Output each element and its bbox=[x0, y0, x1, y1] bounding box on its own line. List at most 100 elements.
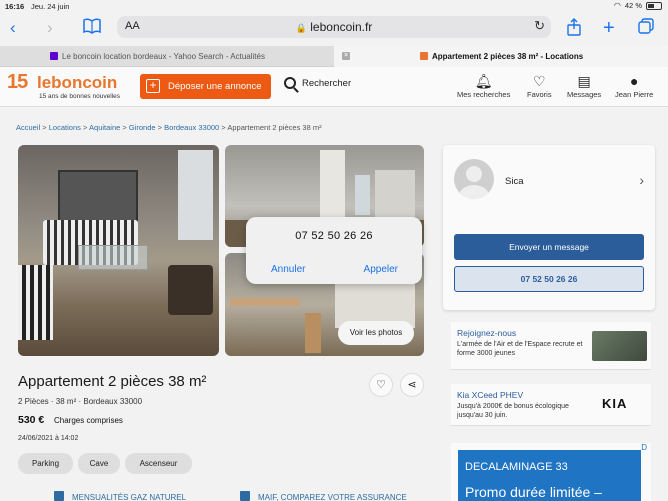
ad-image bbox=[592, 331, 647, 361]
listing-date: 24/06/2021 à 14:02 bbox=[18, 435, 79, 442]
yahoo-favicon-icon bbox=[50, 52, 58, 60]
photo-table bbox=[78, 245, 148, 270]
user-icon: ● bbox=[629, 73, 639, 89]
bell-icon: 🔔︎ bbox=[474, 73, 493, 89]
nav-favoris[interactable]: ♡ Favoris bbox=[527, 70, 552, 99]
leboncoin-favicon-icon bbox=[420, 52, 428, 60]
tabs-overview-icon[interactable] bbox=[638, 18, 654, 39]
nav-account[interactable]: ● Jean Pierre bbox=[615, 70, 653, 99]
photo-window bbox=[178, 150, 213, 240]
share-button[interactable]: ⋖ bbox=[400, 373, 424, 397]
seller-avatar[interactable] bbox=[454, 159, 494, 199]
cancel-call-button[interactable]: Annuler bbox=[271, 264, 305, 275]
nav-messages[interactable]: ▤ Messages bbox=[567, 70, 601, 99]
phone-number-button[interactable]: 07 52 50 26 26 bbox=[454, 266, 644, 292]
view-photos-button[interactable]: Voir les photos bbox=[338, 321, 414, 345]
heart-icon: ♡ bbox=[533, 73, 546, 89]
favorite-button[interactable]: ♡ bbox=[369, 373, 393, 397]
ad-body: Jusqu'à 2000€ de bonus écologique jusqu'… bbox=[457, 403, 569, 419]
breadcrumb-bordeaux[interactable]: Bordeaux 33000 bbox=[164, 123, 219, 132]
tab-leboncoin[interactable]: × Appartement 2 pièces 38 m² - Locations bbox=[334, 46, 668, 67]
chip-cave: Cave bbox=[78, 453, 120, 474]
ad-armee-air[interactable]: Rejoignez-nous L'armée de l'Air et de l'… bbox=[451, 322, 651, 370]
share-icon: ⋖ bbox=[407, 379, 417, 391]
nav-mes-recherches[interactable]: 🔔︎ Mes recherches bbox=[457, 70, 510, 99]
photo-stool bbox=[305, 313, 321, 353]
breadcrumb-gironde[interactable]: Gironde bbox=[129, 123, 156, 132]
breadcrumb-locations[interactable]: Locations bbox=[49, 123, 81, 132]
address-bar[interactable]: AA 🔒 leboncoin.fr ↻ bbox=[117, 16, 551, 38]
status-right: ◠ 42 % bbox=[614, 1, 662, 10]
ad-title: Kia XCeed PHEV bbox=[457, 390, 524, 400]
main-photo[interactable] bbox=[18, 145, 219, 356]
breadcrumb: Accueil > Locations > Aquitaine > Girond… bbox=[16, 123, 322, 132]
photo-window bbox=[355, 175, 370, 215]
kia-logo: KIA bbox=[602, 396, 628, 411]
status-date: Jeu. 24 juin bbox=[31, 2, 70, 11]
ad-decalaminage[interactable]: DECALAMINAGE 33 Promo durée limitée – D bbox=[451, 443, 651, 501]
nav-label: Messages bbox=[567, 90, 602, 99]
photo-poster bbox=[58, 170, 138, 225]
status-bar: 16:16 Jeu. 24 juin ◠ 42 % bbox=[0, 0, 668, 12]
breadcrumb-aquitaine[interactable]: Aquitaine bbox=[89, 123, 120, 132]
ad-choices-icon[interactable]: D bbox=[641, 443, 647, 452]
chip-ascenseur: Ascenseur bbox=[125, 453, 192, 474]
logo-anniversary: 15 bbox=[7, 71, 28, 93]
reload-icon[interactable]: ↻ bbox=[534, 18, 545, 34]
send-message-button[interactable]: Envoyer un message bbox=[454, 234, 644, 260]
breadcrumb-accueil[interactable]: Accueil bbox=[16, 123, 40, 132]
close-tab-icon[interactable]: × bbox=[342, 52, 350, 60]
link-gaz-naturel[interactable]: MENSUALITÉS GAZ NATUREL bbox=[54, 491, 186, 501]
leboncoin-logo[interactable]: 15 leboncoin 15 ans de bonnes nouvelles bbox=[7, 71, 127, 103]
heart-icon: ♡ bbox=[376, 379, 386, 391]
photo-kitchen bbox=[320, 150, 345, 220]
listing-subline: 2 Pièces · 38 m² · Bordeaux 33000 bbox=[18, 397, 143, 406]
deposit-label: Déposer une annonce bbox=[168, 81, 262, 92]
breadcrumb-sep: > bbox=[221, 123, 226, 132]
message-icon: ▤ bbox=[577, 73, 591, 89]
browser-tabs: Le boncoin location bordeaux - Yahoo Sea… bbox=[0, 46, 668, 67]
call-dialog: 07 52 50 26 26 Annuler Appeler bbox=[246, 217, 422, 284]
wifi-icon: ◠ bbox=[613, 1, 621, 10]
link-label: MAIF, COMPAREZ VOTRE ASSURANCE bbox=[258, 493, 407, 501]
gas-icon bbox=[54, 491, 64, 501]
bookmarks-icon[interactable] bbox=[83, 18, 101, 39]
site-header: 15 leboncoin 15 ans de bonnes nouvelles … bbox=[0, 67, 668, 107]
photo-chair bbox=[18, 265, 53, 340]
new-tab-icon[interactable]: + bbox=[603, 18, 615, 38]
search-link[interactable]: Rechercher bbox=[284, 77, 351, 89]
forward-icon[interactable]: › bbox=[47, 18, 53, 38]
chevron-right-icon[interactable]: › bbox=[639, 172, 644, 188]
search-icon bbox=[284, 77, 296, 89]
link-label: MENSUALITÉS GAZ NATUREL bbox=[72, 493, 187, 501]
listing-charges: Charges comprises bbox=[54, 416, 123, 425]
logo-brand: leboncoin bbox=[37, 73, 118, 92]
breadcrumb-current: Appartement 2 pièces 38 m² bbox=[227, 123, 322, 132]
breadcrumb-sep: > bbox=[157, 123, 163, 132]
nav-label: Favoris bbox=[527, 90, 552, 99]
call-button[interactable]: Appeler bbox=[364, 264, 398, 275]
lock-icon: 🔒 bbox=[295, 23, 307, 33]
ad-title: Rejoignez-nous bbox=[457, 328, 517, 338]
ad-kia[interactable]: Kia XCeed PHEV Jusqu'à 2000€ de bonus éc… bbox=[451, 384, 651, 426]
listing-title: Appartement 2 pièces 38 m² bbox=[18, 373, 207, 390]
link-maif[interactable]: MAIF, COMPAREZ VOTRE ASSURANCE bbox=[240, 491, 407, 501]
photo-table bbox=[230, 298, 300, 306]
back-icon[interactable]: ‹ bbox=[10, 18, 16, 38]
battery-percent: 42 % bbox=[624, 1, 642, 10]
tab-label: Le boncoin location bordeaux - Yahoo Sea… bbox=[62, 52, 265, 61]
seller-name[interactable]: Sica bbox=[505, 176, 523, 187]
tab-label: Appartement 2 pièces 38 m² - Locations bbox=[432, 52, 584, 61]
url-text[interactable]: 🔒 leboncoin.fr bbox=[117, 20, 551, 34]
status-time: 16:16 bbox=[5, 2, 25, 11]
breadcrumb-sep: > bbox=[122, 123, 127, 132]
ad-body: L'armée de l'Air et de l'Espace recrute … bbox=[457, 341, 583, 357]
share-icon[interactable] bbox=[567, 18, 581, 41]
logo-tagline: 15 ans de bonnes nouvelles bbox=[39, 93, 120, 100]
ad-banner: DECALAMINAGE 33 Promo durée limitée – bbox=[458, 450, 641, 501]
search-label: Rechercher bbox=[302, 78, 352, 89]
tab-yahoo[interactable]: Le boncoin location bordeaux - Yahoo Sea… bbox=[0, 46, 334, 67]
breadcrumb-sep: > bbox=[42, 123, 47, 132]
deposit-ad-button[interactable]: + Déposer une annonce bbox=[140, 74, 271, 99]
nav-label: Jean Pierre bbox=[615, 90, 654, 99]
